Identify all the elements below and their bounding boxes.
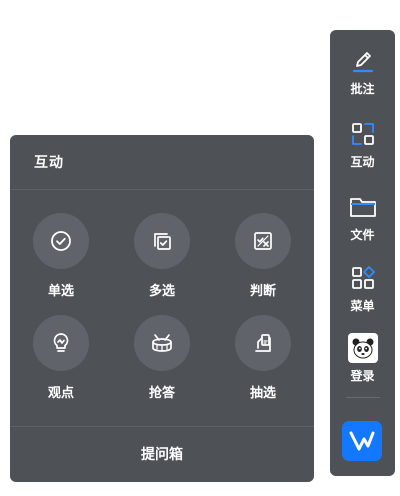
tool-quick-answer-circle[interactable] (134, 315, 190, 371)
toolbar-item-files[interactable]: 文件 (330, 192, 395, 243)
tool-single-choice-circle[interactable] (33, 213, 89, 269)
toolbar-item-login[interactable]: 登录 (330, 333, 395, 384)
check-circle-icon (51, 231, 71, 251)
menu-grid-icon (351, 266, 375, 289)
tool-random-pick-circle[interactable] (235, 315, 291, 371)
login-avatar[interactable] (347, 333, 378, 363)
toolbar-item-annotate[interactable]: 批注 (330, 46, 395, 97)
tool-random-pick[interactable]: 抽选 (223, 315, 303, 401)
tool-true-false-circle[interactable] (235, 213, 291, 269)
toolbar-item-interaction-label: 互动 (350, 155, 375, 169)
panel-title: 互动 (34, 155, 64, 171)
pen-icon (352, 52, 373, 73)
brand-logo-button[interactable] (342, 421, 382, 461)
interaction-panel: 互动 单选 多选 判断 观点 抢答 抽选 提问箱 (10, 135, 314, 482)
tool-opinion-circle[interactable] (33, 315, 89, 371)
tool-opinion-label: 观点 (47, 386, 74, 401)
folder-icon (349, 198, 376, 217)
toolbar-item-login-label: 登录 (350, 369, 375, 383)
panel-divider-top (10, 189, 314, 190)
lightbulb-icon (53, 333, 69, 352)
tool-random-pick-label: 抽选 (249, 386, 276, 401)
tool-quick-answer[interactable]: 抢答 (122, 315, 202, 401)
interaction-icon (351, 123, 374, 145)
question-box-button[interactable]: 提问箱 (10, 444, 314, 464)
true-false-icon (254, 232, 272, 250)
brand-logo-icon (349, 431, 375, 451)
toolbar-item-files-label: 文件 (350, 228, 375, 242)
side-toolbar: 批注 互动 文件 菜单 登录 (330, 30, 395, 476)
tool-single-choice-label: 单选 (47, 284, 74, 299)
tool-opinion[interactable]: 观点 (21, 315, 101, 401)
random-pick-icon (255, 334, 271, 352)
toolbar-item-menu[interactable]: 菜单 (330, 263, 395, 314)
toolbar-item-interaction[interactable]: 互动 (330, 119, 395, 170)
tool-multi-choice-circle[interactable] (134, 213, 190, 269)
tool-multi-choice-label: 多选 (148, 284, 175, 299)
toolbar-item-annotate-label: 批注 (350, 82, 375, 96)
toolbar-item-menu-label: 菜单 (350, 299, 375, 313)
panel-divider-bottom (10, 426, 314, 427)
tool-true-false-label: 判断 (249, 284, 276, 299)
drum-icon (152, 334, 172, 352)
toolbar-divider (346, 397, 380, 398)
tool-true-false[interactable]: 判断 (223, 213, 303, 299)
panda-avatar-icon (352, 338, 373, 359)
tool-single-choice[interactable]: 单选 (21, 213, 101, 299)
tool-multi-choice[interactable]: 多选 (122, 213, 202, 299)
tool-quick-answer-label: 抢答 (148, 386, 175, 401)
multi-check-icon (154, 233, 171, 250)
